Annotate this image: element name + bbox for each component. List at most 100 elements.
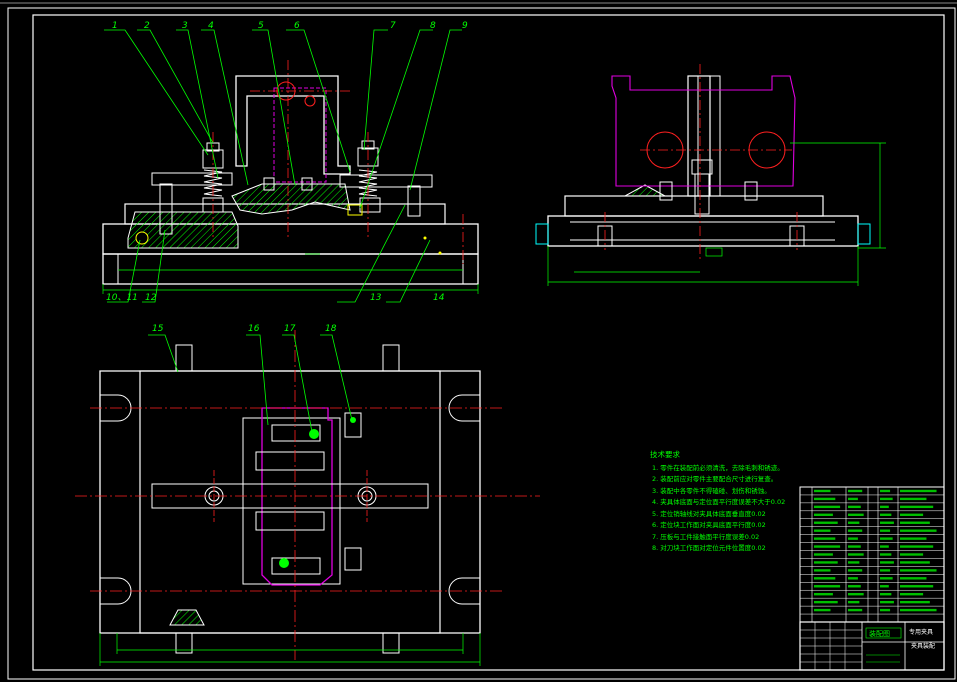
parts-cell-mark — [814, 545, 841, 548]
parts-cell-mark — [848, 600, 860, 604]
parts-cell-mark — [848, 537, 858, 540]
note-line: 2. 装配前应对零件主要配合尺寸进行复查。 — [652, 474, 777, 483]
parts-cell-mark — [848, 497, 858, 501]
parts-cell-mark — [814, 521, 838, 524]
parts-cell-mark — [900, 545, 934, 548]
parts-cell-mark — [814, 513, 833, 516]
parts-cell-mark — [848, 489, 863, 493]
balloon-5: 5 — [258, 21, 264, 31]
parts-cell-mark — [880, 505, 889, 509]
parts-cell-mark — [880, 513, 892, 516]
parts-cell-mark — [848, 585, 861, 588]
parts-cell-mark — [880, 537, 893, 540]
parts-cell-mark — [848, 545, 861, 548]
front-view-leaders — [104, 29, 462, 303]
parts-cell-mark — [880, 545, 889, 548]
parts-cell-mark — [900, 585, 934, 588]
parts-cell-mark — [848, 577, 858, 580]
parts-cell-mark — [880, 608, 891, 612]
title-block: 装配图 专用夹具 夹具装配 — [799, 621, 945, 671]
title-drawing-label: 夹具装配 — [911, 642, 935, 650]
parts-cell-mark — [900, 505, 934, 509]
parts-cell-mark — [880, 577, 893, 580]
parts-cell-mark — [848, 561, 860, 564]
parts-cell-mark — [900, 529, 937, 532]
balloon-7: 7 — [390, 21, 396, 31]
notes-heading: 技术要求 — [650, 449, 680, 459]
balloon-10-11: 10、11 — [106, 293, 138, 303]
top-view-leaders — [148, 334, 353, 433]
balloon-16: 16 — [248, 324, 260, 334]
parts-cell-mark — [880, 600, 894, 604]
balloon-labels: 1 2 3 4 5 6 7 8 9 10、11 12 13 14 15 16 1… — [106, 21, 468, 334]
parts-cell-mark — [848, 569, 863, 572]
parts-cell-mark — [814, 608, 831, 612]
parts-cell-mark — [814, 600, 838, 604]
cad-drawing-canvas: 1 2 3 4 5 6 7 8 9 10、11 12 13 14 15 16 1… — [0, 0, 957, 682]
balloon-2: 2 — [144, 21, 150, 31]
balloon-9: 9 — [462, 21, 468, 31]
parts-cell-mark — [814, 497, 836, 501]
parts-cell-mark — [814, 585, 841, 588]
outer-frame — [7, 7, 956, 680]
parts-cell-mark — [900, 553, 924, 556]
balloon-3: 3 — [182, 21, 188, 31]
parts-cell-mark — [848, 505, 861, 509]
note-line: 1. 零件在装配前必须清洗，去除毛刺和锈迹。 — [652, 463, 784, 472]
inner-frame — [32, 14, 945, 671]
parts-cell-mark — [880, 561, 894, 564]
parts-cell-mark — [900, 513, 924, 516]
parts-cell-mark — [814, 553, 833, 556]
parts-cell-mark — [900, 561, 930, 564]
parts-cell-mark — [814, 505, 841, 509]
parts-cell-mark — [848, 593, 864, 596]
parts-cell-mark — [814, 537, 836, 540]
parts-cell-mark — [880, 585, 889, 588]
note-line: 5. 定位销轴线对夹具体底面垂直度0.02 — [652, 509, 766, 518]
parts-list — [799, 486, 945, 623]
parts-cell-mark — [900, 489, 937, 493]
parts-cell-mark — [814, 561, 838, 564]
parts-cell-mark — [900, 569, 937, 572]
balloon-1: 1 — [112, 21, 118, 31]
side-view — [535, 64, 886, 286]
balloon-13: 13 — [370, 293, 382, 303]
parts-cell-mark — [900, 497, 927, 501]
parts-cell-mark — [900, 593, 924, 596]
parts-cell-mark — [848, 513, 864, 516]
parts-cell-mark — [900, 608, 937, 612]
parts-cell-mark — [900, 600, 930, 604]
title-drawing-name: 装配图 — [869, 629, 890, 638]
balloon-15: 15 — [152, 324, 164, 334]
parts-cell-mark — [814, 593, 833, 596]
parts-cell-mark — [814, 569, 831, 572]
parts-cell-mark — [814, 489, 831, 493]
parts-cell-mark — [880, 593, 892, 596]
note-line: 4. 夹具体底面与定位面平行度误差不大于0.02 — [652, 497, 785, 506]
balloon-4: 4 — [208, 21, 214, 31]
technical-notes: 技术要求 1. 零件在装配前必须清洗，去除毛刺和锈迹。 2. 装配前应对零件主要… — [650, 449, 785, 552]
parts-cell-mark — [848, 521, 860, 524]
note-line: 6. 定位块工作面对夹具底面平行度0.02 — [652, 520, 766, 529]
parts-cell-mark — [848, 608, 863, 612]
parts-cell-mark — [880, 529, 891, 532]
parts-cell-mark — [880, 489, 891, 493]
parts-cell-mark — [900, 537, 927, 540]
title-product-name: 专用夹具 — [909, 628, 933, 636]
front-view — [102, 60, 479, 294]
note-line: 7. 压板与工件接触面平行度误差0.02 — [652, 532, 759, 541]
parts-cell-mark — [900, 521, 930, 524]
parts-cell-mark — [880, 569, 891, 572]
parts-cell-mark — [814, 529, 831, 532]
parts-cell-mark — [880, 553, 892, 556]
balloon-14: 14 — [433, 293, 445, 303]
parts-cell-mark — [880, 521, 894, 524]
drawing-svg: 1 2 3 4 5 6 7 8 9 10、11 12 13 14 15 16 1… — [0, 2, 957, 680]
parts-cell-mark — [848, 553, 864, 556]
balloon-6: 6 — [294, 21, 300, 31]
note-line: 3. 装配中各零件不得磕碰、划伤和锈蚀。 — [652, 486, 771, 495]
balloon-18: 18 — [325, 324, 337, 334]
balloon-12: 12 — [145, 293, 157, 303]
balloon-8: 8 — [430, 21, 436, 31]
parts-cell-mark — [848, 529, 863, 532]
